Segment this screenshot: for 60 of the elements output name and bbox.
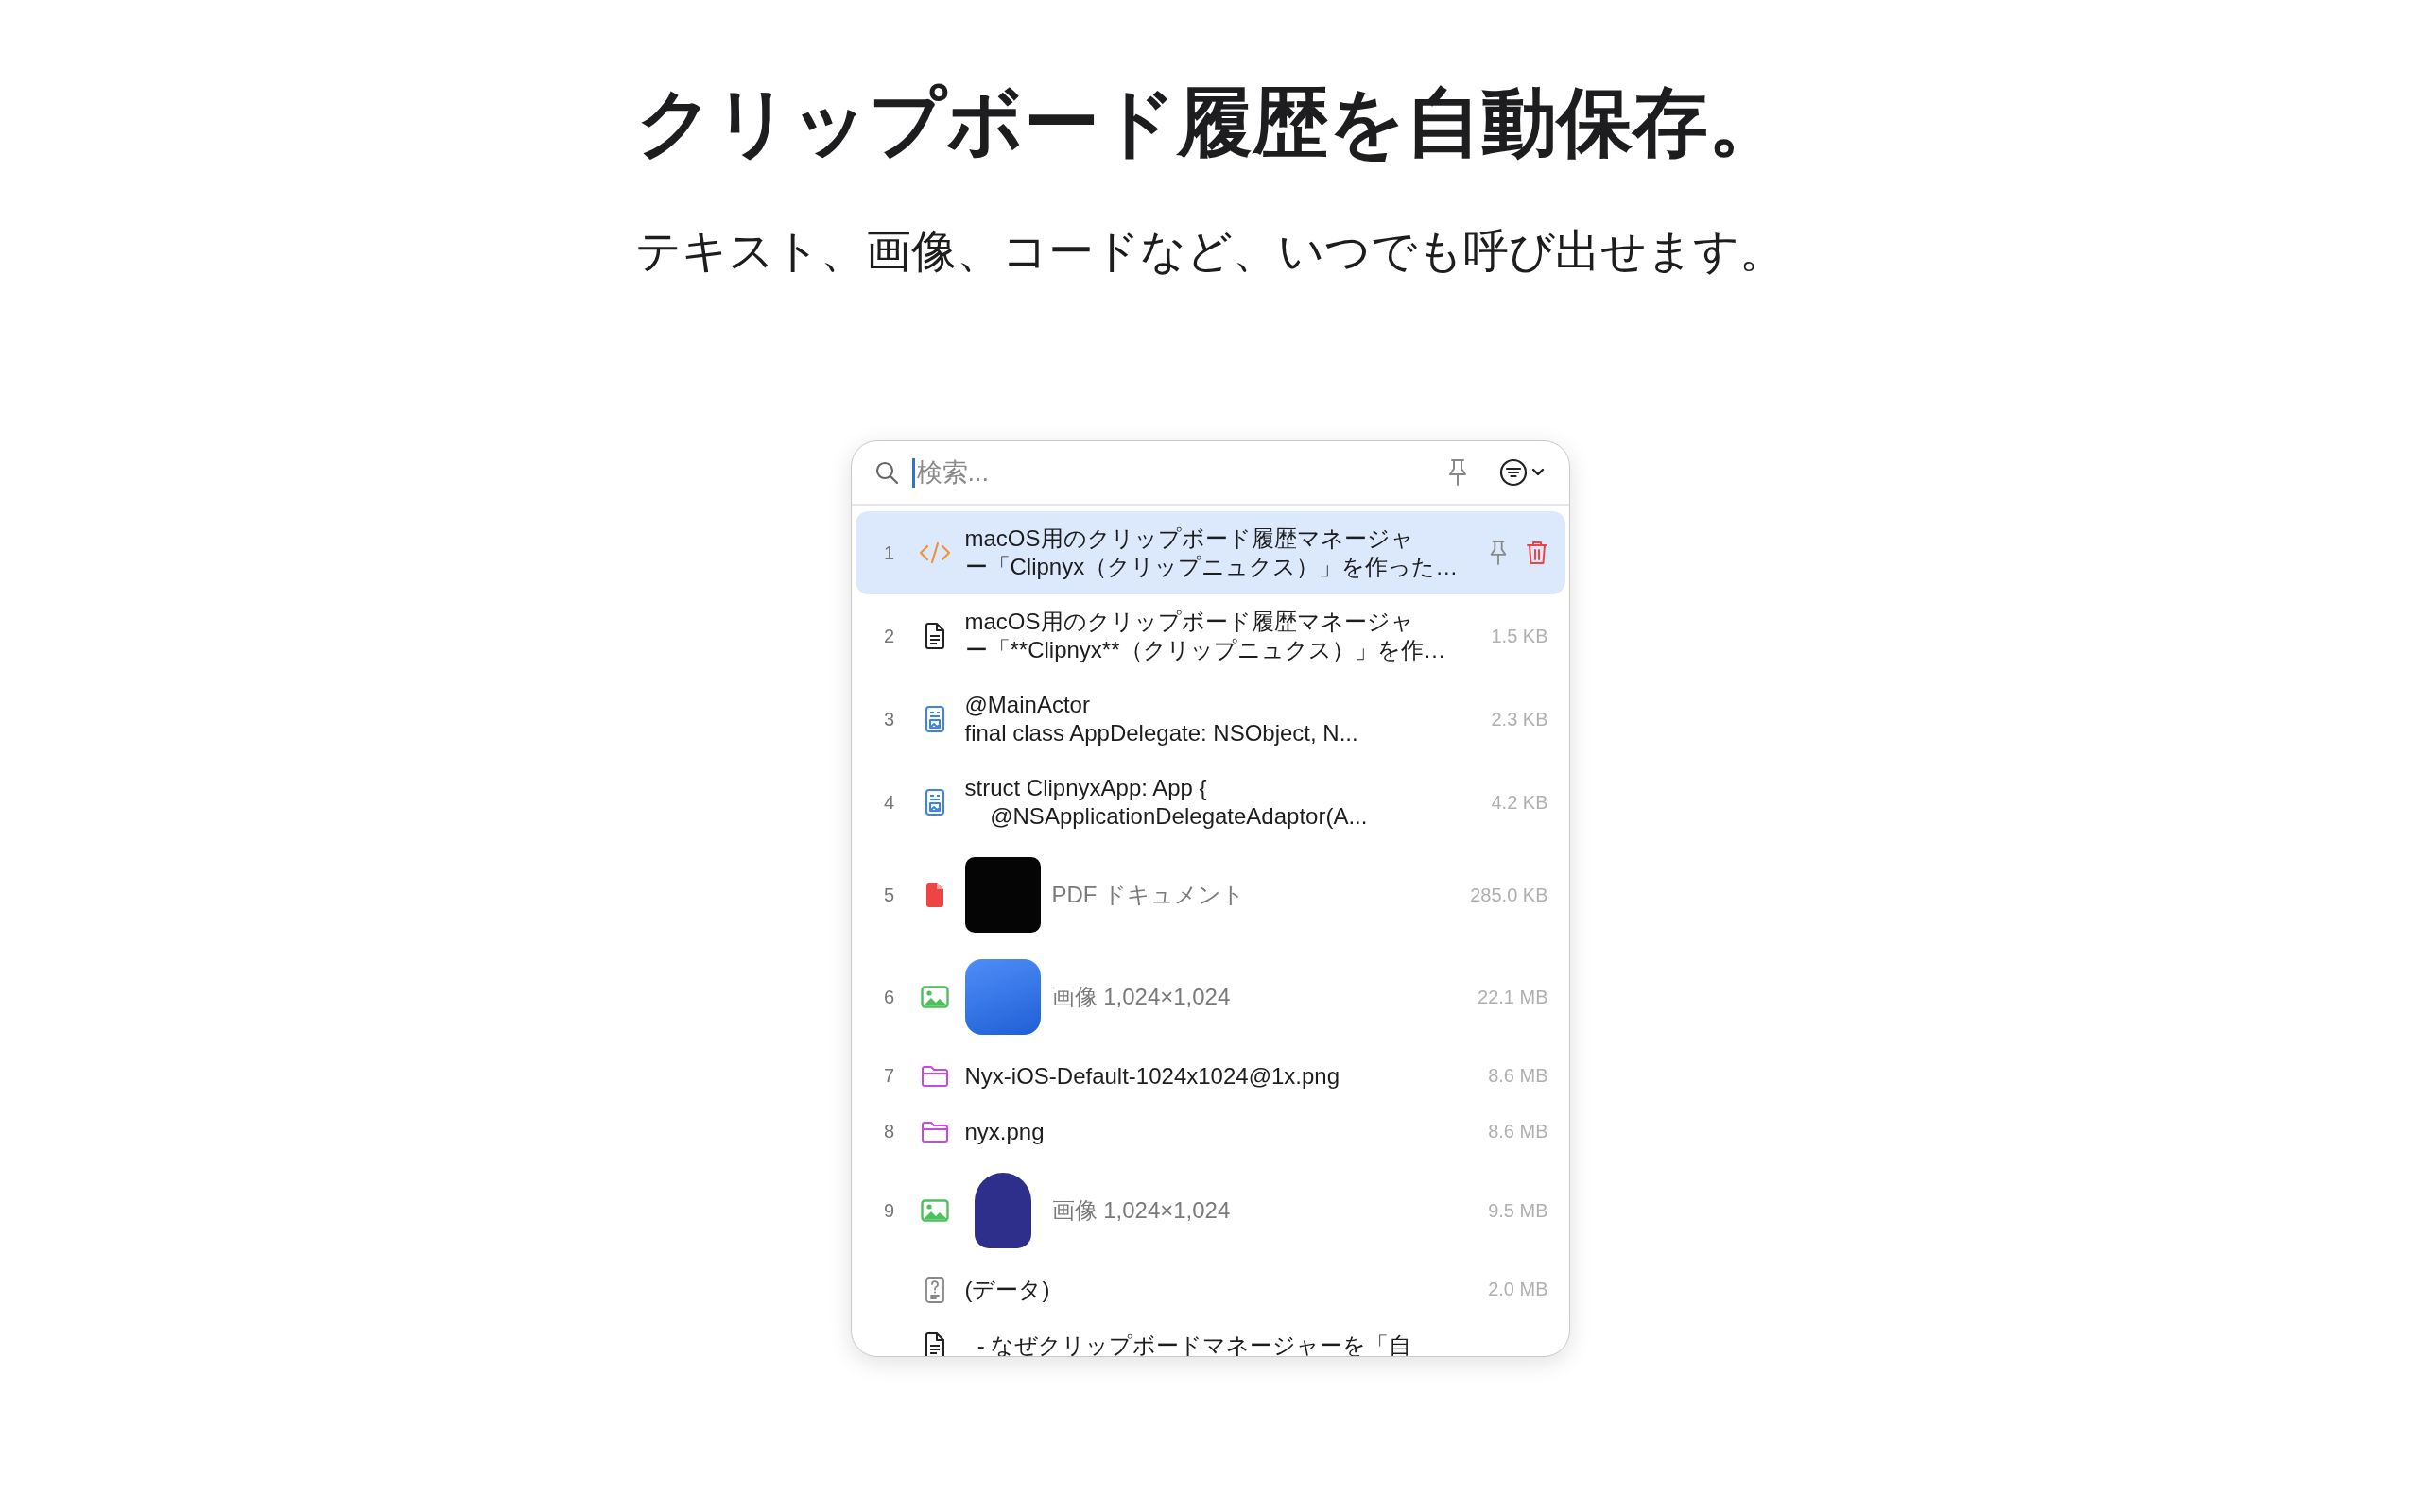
item-preview: PDF ドキュメント — [1051, 881, 1247, 909]
search-icon — [873, 460, 899, 485]
pdf-document-icon — [924, 882, 945, 908]
document-icon — [924, 623, 945, 649]
image-icon — [920, 986, 949, 1008]
item-size: 8.6 MB — [1488, 1065, 1548, 1087]
image-icon — [920, 1199, 949, 1222]
document-icon — [924, 1332, 945, 1356]
item-preview: macOS用のクリップボード履歴マネージャ ー「**Clipnyx**（クリップニュクス）」を作… — [964, 608, 1447, 664]
clipboard-item[interactable]: 7 Nyx-iOS-Default-1024x1024@1x.png 8.6 MB — [855, 1048, 1565, 1104]
item-number: 4 — [882, 791, 896, 814]
item-preview: Nyx-iOS-Default-1024x1024@1x.png — [964, 1061, 1341, 1091]
item-preview: 画像 1,024×1,024 — [1051, 1196, 1232, 1225]
clipboard-item[interactable]: 6 画像 1,024×1,024 22.1 MB — [855, 946, 1565, 1048]
item-number: 3 — [882, 708, 896, 730]
item-size: 2.0 MB — [1488, 1279, 1548, 1300]
folder-icon — [920, 1120, 949, 1143]
text-image-document-icon — [924, 789, 945, 816]
item-size: 4.2 KB — [1491, 791, 1548, 814]
trash-icon — [1525, 540, 1548, 566]
item-preview: - なぜクリップボードマネージャーを「自 — [976, 1331, 1413, 1356]
code-icon — [918, 541, 951, 565]
item-preview: nyx.png — [964, 1117, 1046, 1146]
item-number: 6 — [882, 986, 896, 1008]
clipboard-item[interactable]: 9 画像 1,024×1,024 9.5 MB — [855, 1160, 1565, 1262]
filter-menu-button[interactable] — [1498, 458, 1545, 487]
item-size: 22.1 MB — [1478, 986, 1548, 1008]
item-size: 9.5 MB — [1488, 1199, 1548, 1222]
clipboard-item[interactable]: - なぜクリップボードマネージャーを「自 — [855, 1317, 1565, 1356]
item-preview: @MainActor final class AppDelegate: NSObject, N... — [964, 691, 1359, 747]
item-number: 9 — [882, 1199, 896, 1222]
item-number: 5 — [882, 884, 896, 906]
item-number: 8 — [882, 1121, 896, 1143]
clipboard-item[interactable]: 8 nyx.png 8.6 MB — [855, 1104, 1565, 1160]
clipboard-item[interactable]: 5 PDF ドキュメント 285.0 KB — [855, 844, 1565, 946]
chevron-down-icon — [1530, 468, 1545, 477]
item-number: 7 — [882, 1065, 896, 1087]
clipboard-item[interactable]: 4 struct ClipnyxApp: App { @NSApplicationDelegateAdaptor(A... 4.2 KB — [855, 761, 1565, 844]
subheadline: テキスト、画像、コードなど、いつでも呼び出せます。 — [635, 225, 1785, 278]
item-size: 2.3 KB — [1491, 708, 1548, 730]
delete-button[interactable] — [1525, 540, 1548, 566]
text-image-document-icon — [924, 706, 945, 732]
filter-icon — [1498, 458, 1528, 487]
item-number: 2 — [882, 625, 896, 647]
folder-icon — [920, 1064, 949, 1088]
clipboard-item[interactable]: 1 macOS用のクリップボード履歴マネージャ ー「Clipnyx（クリップニュクス）」を作った… — [855, 511, 1565, 594]
item-preview: 画像 1,024×1,024 — [1051, 983, 1232, 1011]
search-field[interactable]: 検索... — [911, 457, 1433, 488]
item-number: 1 — [882, 541, 896, 564]
headline: クリップボード履歴を自動保存。 — [636, 79, 1784, 166]
unknown-document-icon — [924, 1276, 945, 1303]
item-size: 1.5 KB — [1491, 625, 1548, 647]
clipboard-item[interactable]: 3 @MainActor final class AppDelegate: NSObject, N... 2.3 KB — [855, 678, 1565, 761]
item-size: 285.0 KB — [1470, 884, 1548, 906]
item-preview: macOS用のクリップボード履歴マネージャ ー「Clipnyx（クリップニュクス）」を作った… — [964, 524, 1460, 581]
item-size: 8.6 MB — [1488, 1121, 1548, 1143]
clipboard-item[interactable]: (データ) 2.0 MB — [855, 1262, 1565, 1317]
clipboard-item[interactable]: 2 macOS用のクリップボード履歴マネージャ ー「**Clipnyx**（クリップニュクス）」を作… 1.5 KB — [855, 594, 1565, 678]
item-preview: struct ClipnyxApp: App { @NSApplicationDelegateAdaptor(A... — [964, 774, 1369, 831]
item-preview: (データ) — [964, 1275, 1051, 1304]
